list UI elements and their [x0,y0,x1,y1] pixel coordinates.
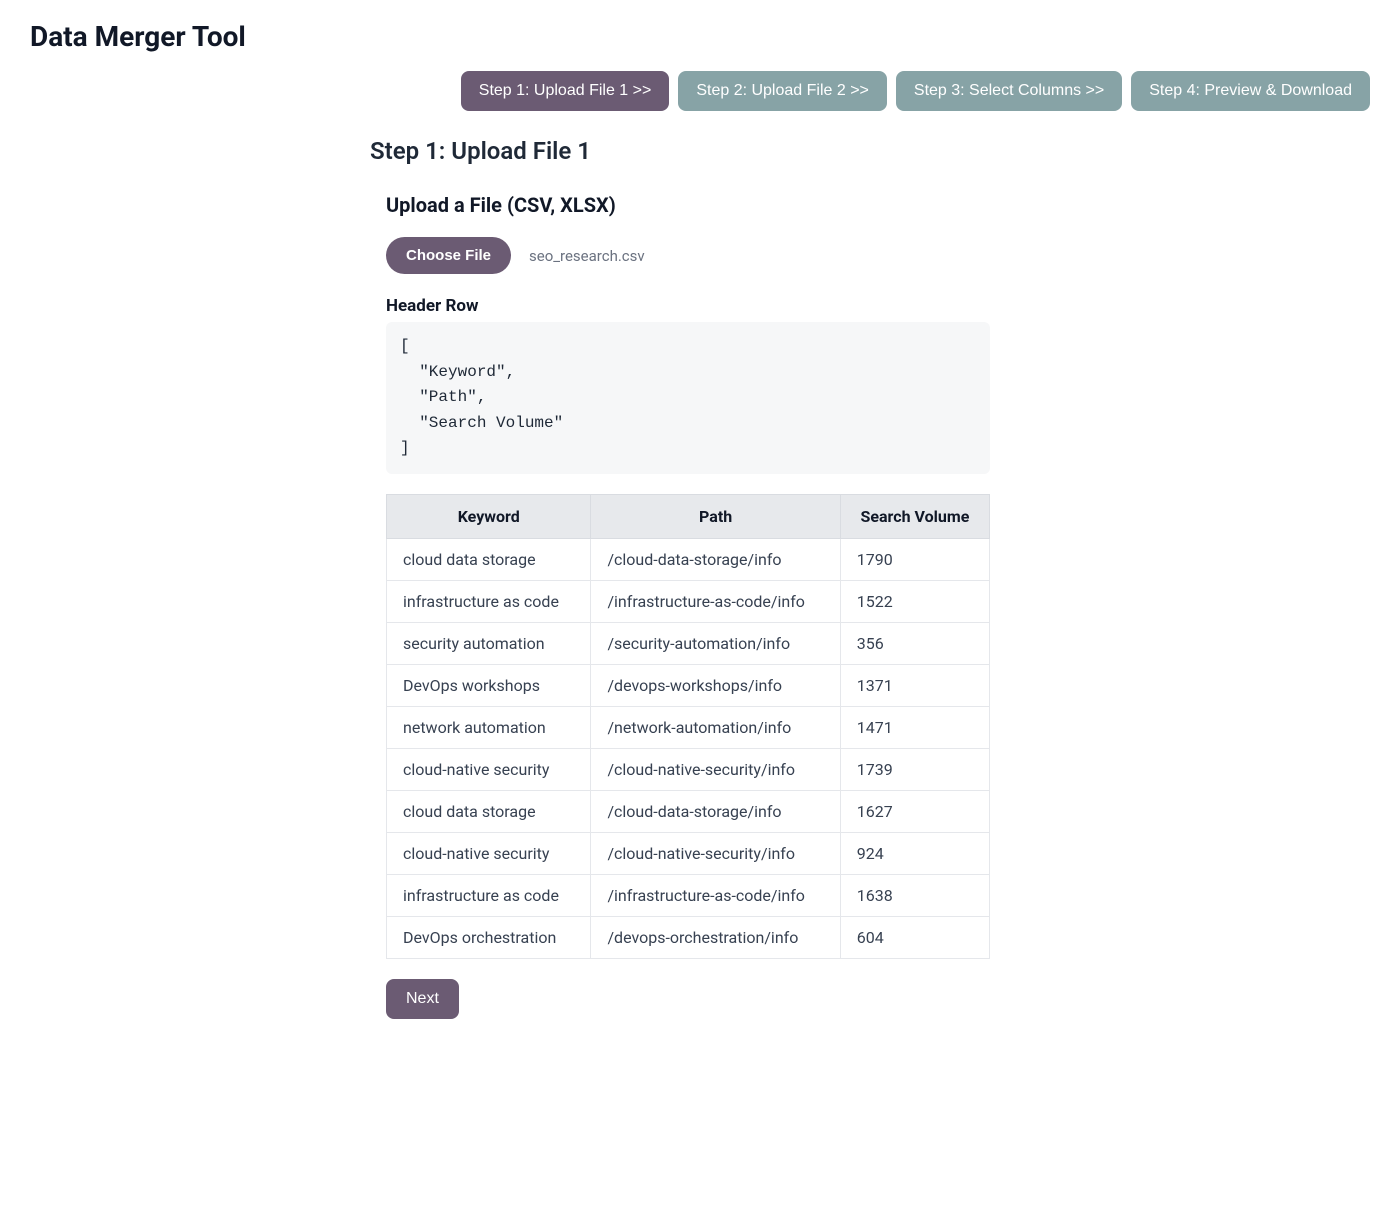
table-cell: 1522 [840,580,989,622]
table-row: security automation/security-automation/… [387,622,990,664]
table-cell: 1471 [840,706,989,748]
table-cell: 1790 [840,538,989,580]
table-cell: /cloud-data-storage/info [591,538,840,580]
table-cell: cloud-native security [387,832,591,874]
table-cell: /infrastructure-as-code/info [591,874,840,916]
table-cell: 1371 [840,664,989,706]
col-keyword: Keyword [387,494,591,538]
table-header-row: Keyword Path Search Volume [387,494,990,538]
table-row: cloud data storage/cloud-data-storage/in… [387,538,990,580]
table-cell: DevOps workshops [387,664,591,706]
table-cell: /cloud-native-security/info [591,748,840,790]
table-cell: /cloud-native-security/info [591,832,840,874]
main-content: Step 1: Upload File 1 Upload a File (CSV… [370,137,990,1019]
table-cell: /network-automation/info [591,706,840,748]
selected-filename: seo_research.csv [529,247,645,265]
table-row: DevOps workshops/devops-workshops/info13… [387,664,990,706]
table-cell: cloud data storage [387,790,591,832]
step-1-button[interactable]: Step 1: Upload File 1 >> [461,71,670,111]
col-path: Path [591,494,840,538]
table-cell: infrastructure as code [387,580,591,622]
table-cell: /infrastructure-as-code/info [591,580,840,622]
table-cell: infrastructure as code [387,874,591,916]
table-cell: 1638 [840,874,989,916]
table-cell: 604 [840,916,989,958]
table-row: infrastructure as code/infrastructure-as… [387,874,990,916]
step-4-button[interactable]: Step 4: Preview & Download [1131,71,1370,111]
step-3-button[interactable]: Step 3: Select Columns >> [896,71,1122,111]
step-2-button[interactable]: Step 2: Upload File 2 >> [678,71,887,111]
table-cell: network automation [387,706,591,748]
table-cell: cloud-native security [387,748,591,790]
next-button[interactable]: Next [386,979,459,1019]
table-cell: /cloud-data-storage/info [591,790,840,832]
table-cell: 1739 [840,748,989,790]
step-heading: Step 1: Upload File 1 [370,137,990,165]
table-row: cloud-native security/cloud-native-secur… [387,832,990,874]
table-cell: 924 [840,832,989,874]
table-cell: /devops-workshops/info [591,664,840,706]
file-upload-row: Choose File seo_research.csv [370,237,990,274]
upload-section-title: Upload a File (CSV, XLSX) [370,193,990,217]
table-cell: 1627 [840,790,989,832]
choose-file-button[interactable]: Choose File [386,237,511,274]
header-row-label: Header Row [370,296,990,316]
table-cell: cloud data storage [387,538,591,580]
header-row-json: [ "Keyword", "Path", "Search Volume" ] [386,322,990,474]
table-cell: /devops-orchestration/info [591,916,840,958]
table-row: infrastructure as code/infrastructure-as… [387,580,990,622]
table-cell: security automation [387,622,591,664]
table-row: cloud-native security/cloud-native-secur… [387,748,990,790]
table-row: DevOps orchestration/devops-orchestratio… [387,916,990,958]
col-search-volume: Search Volume [840,494,989,538]
steps-nav: Step 1: Upload File 1 >> Step 2: Upload … [30,71,1370,111]
page-title: Data Merger Tool [30,20,1370,53]
table-cell: DevOps orchestration [387,916,591,958]
table-row: cloud data storage/cloud-data-storage/in… [387,790,990,832]
table-row: network automation/network-automation/in… [387,706,990,748]
table-cell: /security-automation/info [591,622,840,664]
preview-table: Keyword Path Search Volume cloud data st… [386,494,990,959]
table-cell: 356 [840,622,989,664]
